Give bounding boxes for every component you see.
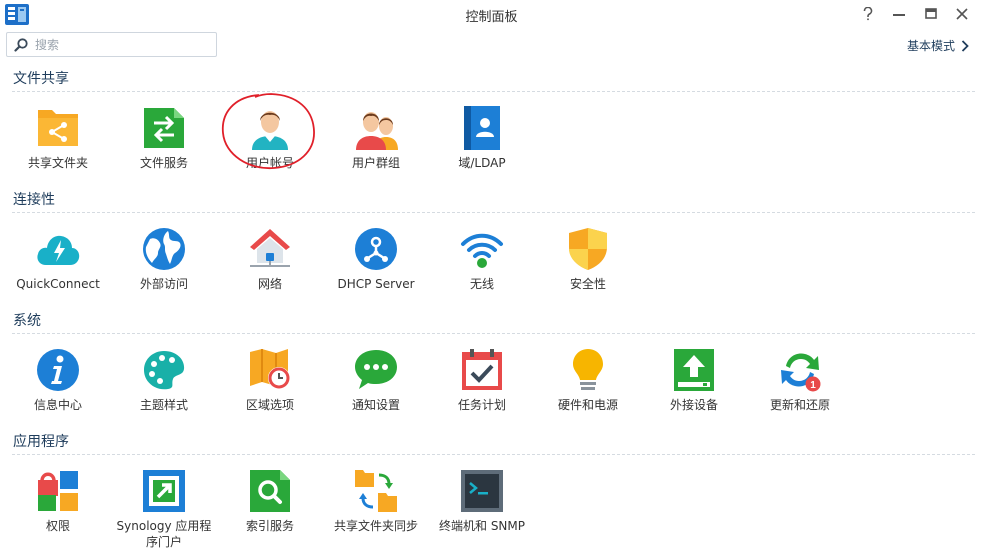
item-notification[interactable]: 通知设置 xyxy=(323,348,429,432)
basic-mode-link[interactable]: 基本模式 xyxy=(907,37,969,54)
item-file-services[interactable]: 文件服务 xyxy=(111,106,217,190)
help-button[interactable] xyxy=(857,4,879,24)
item-label: 终端机和 SNMP xyxy=(439,519,525,533)
item-domain-ldap[interactable]: 域/LDAP xyxy=(429,106,535,190)
wireless-icon xyxy=(461,233,503,268)
notification-icon xyxy=(355,350,397,389)
indexing-service-icon xyxy=(250,470,290,512)
basic-mode-label: 基本模式 xyxy=(906,39,955,53)
item-theme[interactable]: 主题样式 xyxy=(111,348,217,432)
minimize-icon xyxy=(893,14,905,16)
item-label: 无线 xyxy=(469,277,494,291)
quickconnect-icon xyxy=(37,235,80,265)
item-label: 更新和还原 xyxy=(769,398,830,412)
file-services-icon xyxy=(144,108,184,148)
item-label: 索引服务 xyxy=(245,519,294,533)
item-label: 用户群组 xyxy=(351,156,400,170)
update-badge: 1 xyxy=(810,380,816,391)
item-security[interactable]: 安全性 xyxy=(535,227,641,311)
control-panel-app-icon xyxy=(5,4,29,25)
section-title: 文件共享 xyxy=(13,71,69,87)
item-label: 外接设备 xyxy=(669,398,718,412)
item-label: 共享文件夹 xyxy=(27,156,88,170)
item-dhcp-server[interactable]: DHCP Server xyxy=(323,227,429,311)
item-label: 任务计划 xyxy=(457,398,506,412)
item-info-center[interactable]: 信息中心 xyxy=(5,348,111,432)
external-devices-icon xyxy=(674,349,714,391)
item-label: 信息中心 xyxy=(33,398,82,412)
security-icon xyxy=(569,228,607,270)
item-shared-folder[interactable]: 共享文件夹 xyxy=(5,106,111,190)
item-privileges[interactable]: 权限 xyxy=(5,469,111,553)
search-icon xyxy=(14,38,28,52)
item-indexing-service[interactable]: 索引服务 xyxy=(217,469,323,553)
section-divider xyxy=(12,212,975,213)
item-external-access[interactable]: 外部访问 xyxy=(111,227,217,311)
item-label: 域/LDAP xyxy=(458,156,506,170)
item-terminal-snmp[interactable]: 终端机和 SNMP xyxy=(429,469,535,553)
item-label: 区域选项 xyxy=(245,398,294,412)
section-divider xyxy=(12,454,975,455)
help-icon xyxy=(863,7,873,21)
item-update-restore[interactable]: 1 更新和还原 xyxy=(747,348,853,432)
item-label: 文件服务 xyxy=(139,156,188,170)
section-title: 系统 xyxy=(13,313,41,329)
user-icon xyxy=(252,111,288,150)
item-user-account[interactable]: 用户帐号 xyxy=(217,106,323,190)
shared-folder-sync-icon xyxy=(355,470,397,512)
title-bar[interactable]: 控制面板 xyxy=(0,0,983,28)
item-label: 硬件和电源 xyxy=(557,398,618,412)
item-label: QuickConnect xyxy=(16,277,100,291)
network-icon xyxy=(250,229,290,267)
section-divider xyxy=(12,91,975,92)
item-network[interactable]: 网络 xyxy=(217,227,323,311)
regional-options-icon xyxy=(250,349,290,389)
item-quickconnect[interactable]: QuickConnect xyxy=(5,227,111,311)
dhcp-server-icon xyxy=(355,228,397,270)
hardware-power-icon xyxy=(573,349,603,390)
item-label: 用户帐号 xyxy=(245,156,294,170)
domain-ldap-icon xyxy=(464,106,500,150)
update-restore-icon: 1 xyxy=(781,353,821,392)
info-center-icon xyxy=(37,349,79,391)
item-label: 外部访问 xyxy=(139,277,188,291)
item-task-scheduler[interactable]: 任务计划 xyxy=(429,348,535,432)
section-divider xyxy=(12,333,975,334)
window-title: 控制面板 xyxy=(465,10,518,25)
close-button[interactable] xyxy=(951,4,973,24)
shared-folder-icon xyxy=(38,110,78,146)
task-scheduler-icon xyxy=(462,349,502,390)
item-label: 网络 xyxy=(257,277,282,291)
terminal-snmp-icon xyxy=(461,470,503,512)
item-label: 主题样式 xyxy=(139,398,188,412)
item-label: Synology 应用程序门户 xyxy=(116,519,212,549)
item-application-portal[interactable]: Synology 应用程序门户 xyxy=(111,469,217,553)
search-input[interactable] xyxy=(35,36,210,54)
application-portal-icon xyxy=(143,470,185,512)
search-box[interactable] xyxy=(6,32,217,57)
item-label: 权限 xyxy=(45,519,70,533)
close-icon xyxy=(956,8,968,20)
item-external-devices[interactable]: 外接设备 xyxy=(641,348,747,432)
external-access-icon xyxy=(143,228,185,270)
minimize-button[interactable] xyxy=(888,4,910,24)
item-shared-folder-sync[interactable]: 共享文件夹同步 xyxy=(323,469,429,553)
item-label: 共享文件夹同步 xyxy=(333,519,418,533)
chevron-right-icon xyxy=(961,39,969,52)
section-title: 连接性 xyxy=(13,192,55,208)
item-label: DHCP Server xyxy=(337,277,415,291)
item-hardware-power[interactable]: 硬件和电源 xyxy=(535,348,641,432)
maximize-icon xyxy=(925,8,937,19)
item-label: 安全性 xyxy=(569,277,606,291)
maximize-button[interactable] xyxy=(920,4,942,24)
privileges-icon xyxy=(38,471,78,511)
item-regional-options[interactable]: 区域选项 xyxy=(217,348,323,432)
item-user-group[interactable]: 用户群组 xyxy=(323,106,429,190)
section-title: 应用程序 xyxy=(13,434,69,450)
theme-icon xyxy=(144,351,185,390)
group-icon xyxy=(356,112,398,150)
control-panel-window: 控制面板 基本模式 文件共享 xyxy=(0,0,983,559)
item-label: 通知设置 xyxy=(351,398,400,412)
item-wireless[interactable]: 无线 xyxy=(429,227,535,311)
